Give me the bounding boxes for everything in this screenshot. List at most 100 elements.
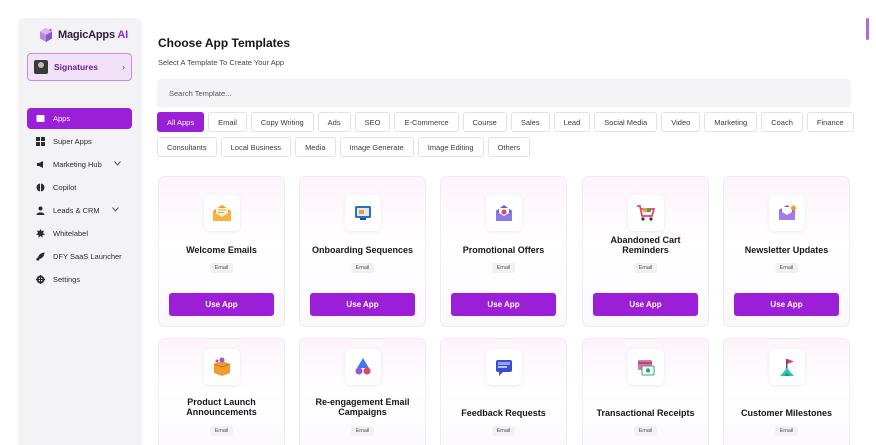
sidebar-item-copilot[interactable]: Copilot (27, 177, 132, 198)
super-apps-icon (36, 137, 45, 146)
template-card-product-launch-announcements[interactable]: Product Launch Announcements Email (158, 338, 285, 445)
category-tag: Email (209, 426, 234, 436)
category-tag: Email (491, 426, 516, 436)
category-filter-bar: All Apps Email Copy Writing Ads SEO E-Commerc… (157, 112, 857, 157)
card-title: Re-engagement Email Campaigns (315, 397, 410, 417)
category-chip-local-business[interactable]: Local Business (220, 137, 292, 157)
use-app-button[interactable]: Use App (451, 293, 556, 316)
chevron-right-icon: › (122, 62, 125, 72)
category-chip-others[interactable]: Others (487, 137, 531, 157)
copilot-icon (36, 183, 45, 192)
sidebar-item-label: Leads & CRM (53, 206, 100, 215)
sidebar-item-whitelabel[interactable]: Whitelabel (27, 223, 132, 244)
feedback-icon (485, 349, 522, 385)
envelope-open-icon (203, 195, 240, 231)
category-chip-ads[interactable]: Ads (317, 112, 351, 132)
receipt-icon (627, 349, 664, 385)
category-chip-social-media[interactable]: Social Media (594, 112, 658, 132)
template-card-customer-milestones[interactable]: Customer Milestones Email (723, 338, 850, 445)
category-chip-all-apps[interactable]: All Apps (157, 112, 205, 132)
sidebar: MagicApps AI Signatures › Apps Super Apps… (18, 18, 142, 445)
sidebar-item-label: Copilot (53, 183, 77, 192)
category-chip-seo[interactable]: SEO (354, 112, 391, 132)
milestone-flag-icon (768, 349, 805, 385)
sidebar-item-dfy-saas-launcher[interactable]: DFY SaaS Launcher (27, 246, 132, 267)
category-chip-sales[interactable]: Sales (510, 112, 550, 132)
category-chip-image-editing[interactable]: Image Editing (417, 137, 484, 157)
category-chip-email[interactable]: Email (208, 112, 247, 132)
engagement-icon (344, 349, 381, 385)
main-content: Choose App Templates Select A Template T… (142, 0, 876, 445)
sidebar-nav: Apps Super Apps Marketing Hub Copilot Leads … (27, 108, 132, 292)
use-app-button[interactable]: Use App (310, 293, 415, 316)
template-card-promotional-offers[interactable]: Promotional Offers Email Use App (440, 176, 567, 327)
sidebar-item-marketing-hub[interactable]: Marketing Hub (27, 154, 132, 175)
magicapps-logo-icon (38, 27, 54, 43)
use-app-button[interactable]: Use App (734, 293, 839, 316)
sidebar-item-leads-crm[interactable]: Leads & CRM (27, 200, 132, 221)
card-title: Welcome Emails (186, 245, 257, 255)
category-chip-finance[interactable]: Finance (806, 112, 854, 132)
scrollbar[interactable] (866, 18, 869, 40)
signatures-label: Signatures (54, 62, 98, 72)
brand-logo[interactable]: MagicApps AI (38, 27, 128, 43)
category-chip-copy-writing[interactable]: Copy Writing (250, 112, 314, 132)
category-chip-image-generate[interactable]: Image Generate (339, 137, 414, 157)
sidebar-item-label: DFY SaaS Launcher (53, 252, 122, 261)
onboarding-screen-icon (344, 195, 381, 231)
apps-icon (36, 114, 45, 123)
sidebar-item-label: Marketing Hub (53, 160, 102, 169)
category-chip-coach[interactable]: Coach (761, 112, 803, 132)
chevron-down-icon (111, 207, 119, 214)
template-card-re-engagement-email-campaigns[interactable]: Re-engagement Email Campaigns Email (299, 338, 426, 445)
category-chip-course[interactable]: Course (462, 112, 507, 132)
use-app-button[interactable]: Use App (593, 293, 698, 316)
use-app-button[interactable]: Use App (169, 293, 274, 316)
category-tag: Email (774, 426, 799, 436)
sidebar-item-settings[interactable]: Settings (27, 269, 132, 290)
card-title: Abandoned Cart Reminders (610, 235, 681, 255)
page-title: Choose App Templates (158, 36, 291, 50)
category-tag: Email (633, 426, 658, 436)
brand-name: MagicApps AI (58, 29, 128, 41)
category-chip-e-commerce[interactable]: E-Commerce (394, 112, 459, 132)
category-tag: Email (633, 263, 658, 273)
card-title: Feedback Requests (461, 408, 546, 418)
sidebar-item-label: Settings (53, 275, 81, 284)
card-title: Customer Milestones (740, 408, 833, 418)
sidebar-item-super-apps[interactable]: Super Apps (27, 131, 132, 152)
template-card-newsletter-updates[interactable]: Newsletter Updates Email Use App (723, 176, 850, 327)
users-icon (36, 206, 45, 215)
category-chip-media[interactable]: Media (295, 137, 336, 157)
promo-mail-icon (485, 195, 522, 231)
category-tag: Email (209, 263, 234, 273)
search-template-input[interactable] (157, 79, 851, 107)
template-card-transactional-receipts[interactable]: Transactional Receipts Email (582, 338, 709, 445)
category-tag: Email (350, 263, 375, 273)
whitelabel-icon (36, 229, 45, 238)
newsletter-icon (768, 195, 805, 231)
template-card-feedback-requests[interactable]: Feedback Requests Email (440, 338, 567, 445)
sidebar-item-label: Apps (53, 114, 71, 123)
card-title: Onboarding Sequences (311, 245, 414, 255)
signatures-button[interactable]: Signatures › (27, 53, 132, 81)
card-title: Newsletter Updates (744, 245, 829, 255)
card-title: Transactional Receipts (596, 408, 695, 418)
rocket-icon (36, 252, 45, 261)
product-box-icon (203, 349, 240, 385)
avatar (34, 60, 48, 74)
chevron-down-icon (113, 161, 121, 168)
template-card-welcome-emails[interactable]: Welcome Emails Email Use App (158, 176, 285, 327)
category-chip-video[interactable]: Video (661, 112, 701, 132)
page-subtitle: Select A Template To Create Your App (158, 58, 285, 67)
category-tag: Email (774, 263, 799, 273)
gear-icon (36, 275, 45, 284)
card-title: Promotional Offers (462, 245, 545, 255)
category-chip-lead[interactable]: Lead (553, 112, 591, 132)
template-card-abandoned-cart-reminders[interactable]: Abandoned Cart Reminders Email Use App (582, 176, 709, 327)
template-card-onboarding-sequences[interactable]: Onboarding Sequences Email Use App (299, 176, 426, 327)
sidebar-item-apps[interactable]: Apps (27, 108, 132, 129)
sidebar-item-label: Whitelabel (53, 229, 89, 238)
category-chip-consultants[interactable]: Consultants (157, 137, 217, 157)
category-chip-marketing[interactable]: Marketing (704, 112, 758, 132)
